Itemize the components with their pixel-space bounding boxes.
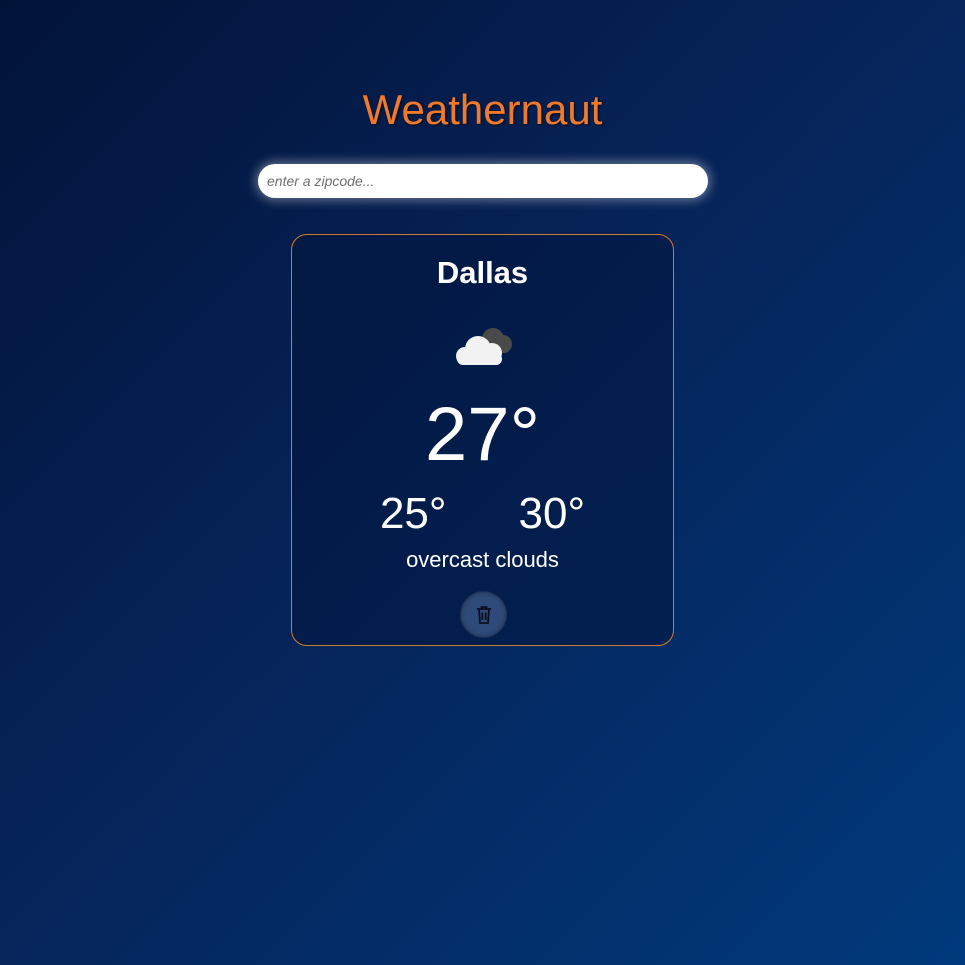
min-temperature: 25° xyxy=(379,489,447,538)
weather-card: Dallas 27° 25° 30° overcast clouds xyxy=(291,234,674,646)
current-temperature: 27° xyxy=(425,392,540,477)
min-max-temperatures: 25° 30° xyxy=(292,489,673,539)
weather-description: overcast clouds xyxy=(406,547,559,572)
zipcode-search-input[interactable] xyxy=(258,164,708,198)
search-bar xyxy=(258,164,708,198)
overcast-clouds-icon xyxy=(456,328,512,365)
delete-card-button[interactable] xyxy=(460,591,507,638)
app-title: Weathernaut xyxy=(362,86,603,133)
max-temperature: 30° xyxy=(518,489,586,538)
city-name: Dallas xyxy=(436,255,529,290)
trash-icon xyxy=(476,605,491,624)
